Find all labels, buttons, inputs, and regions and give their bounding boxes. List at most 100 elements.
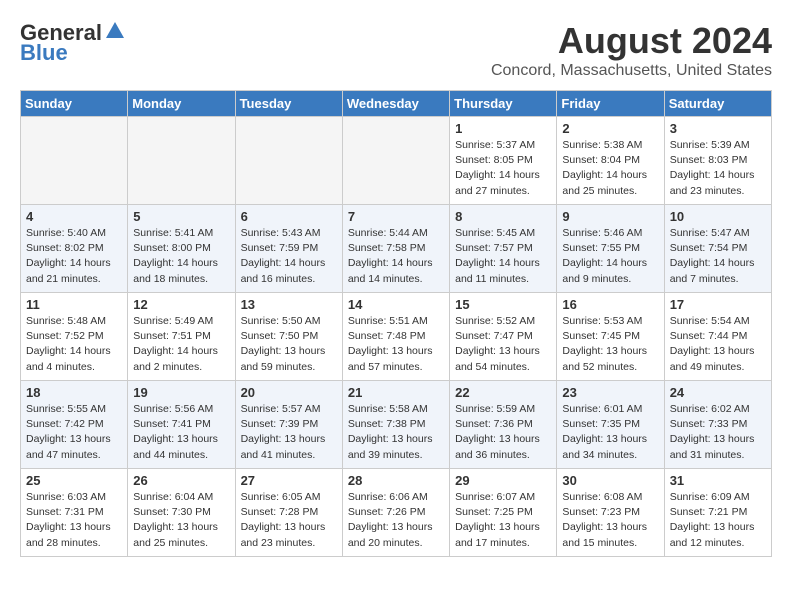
- day-number: 11: [26, 297, 122, 312]
- header-monday: Monday: [128, 91, 235, 117]
- day-info: Sunrise: 5:47 AMSunset: 7:54 PMDaylight:…: [670, 226, 766, 287]
- day-number: 30: [562, 473, 658, 488]
- day-number: 22: [455, 385, 551, 400]
- calendar-cell: 10 Sunrise: 5:47 AMSunset: 7:54 PMDayligh…: [664, 205, 771, 293]
- logo-blue-text: Blue: [20, 40, 68, 66]
- day-info: Sunrise: 5:51 AMSunset: 7:48 PMDaylight:…: [348, 314, 444, 375]
- header-thursday: Thursday: [450, 91, 557, 117]
- day-number: 8: [455, 209, 551, 224]
- day-info: Sunrise: 5:52 AMSunset: 7:47 PMDaylight:…: [455, 314, 551, 375]
- day-number: 21: [348, 385, 444, 400]
- day-info: Sunrise: 5:54 AMSunset: 7:44 PMDaylight:…: [670, 314, 766, 375]
- day-info: Sunrise: 5:49 AMSunset: 7:51 PMDaylight:…: [133, 314, 229, 375]
- calendar-cell: 27 Sunrise: 6:05 AMSunset: 7:28 PMDayligh…: [235, 469, 342, 557]
- day-info: Sunrise: 5:37 AMSunset: 8:05 PMDaylight:…: [455, 138, 551, 199]
- day-info: Sunrise: 6:02 AMSunset: 7:33 PMDaylight:…: [670, 402, 766, 463]
- day-number: 14: [348, 297, 444, 312]
- day-info: Sunrise: 5:40 AMSunset: 8:02 PMDaylight:…: [26, 226, 122, 287]
- month-title: August 2024: [491, 20, 772, 62]
- day-number: 9: [562, 209, 658, 224]
- calendar-cell: 16Sunrise: 5:53 AMSunset: 7:45 PMDayligh…: [557, 293, 664, 381]
- calendar-cell: 8 Sunrise: 5:45 AMSunset: 7:57 PMDaylight…: [450, 205, 557, 293]
- day-number: 23: [562, 385, 658, 400]
- calendar-cell: 4 Sunrise: 5:40 AMSunset: 8:02 PMDaylight…: [21, 205, 128, 293]
- day-number: 20: [241, 385, 337, 400]
- calendar-row-4: 18Sunrise: 5:55 AMSunset: 7:42 PMDayligh…: [21, 381, 772, 469]
- calendar-cell: 7 Sunrise: 5:44 AMSunset: 7:58 PMDaylight…: [342, 205, 449, 293]
- calendar-cell: 26Sunrise: 6:04 AMSunset: 7:30 PMDayligh…: [128, 469, 235, 557]
- header-row: SundayMondayTuesdayWednesdayThursdayFrid…: [21, 91, 772, 117]
- day-info: Sunrise: 6:06 AMSunset: 7:26 PMDaylight:…: [348, 490, 444, 551]
- day-info: Sunrise: 5:58 AMSunset: 7:38 PMDaylight:…: [348, 402, 444, 463]
- calendar-body: 1 Sunrise: 5:37 AMSunset: 8:05 PMDaylight…: [21, 117, 772, 557]
- day-info: Sunrise: 5:59 AMSunset: 7:36 PMDaylight:…: [455, 402, 551, 463]
- calendar-row-5: 25Sunrise: 6:03 AMSunset: 7:31 PMDayligh…: [21, 469, 772, 557]
- calendar-table: SundayMondayTuesdayWednesdayThursdayFrid…: [20, 90, 772, 557]
- day-info: Sunrise: 5:43 AMSunset: 7:59 PMDaylight:…: [241, 226, 337, 287]
- day-info: Sunrise: 5:48 AMSunset: 7:52 PMDaylight:…: [26, 314, 122, 375]
- day-info: Sunrise: 6:09 AMSunset: 7:21 PMDaylight:…: [670, 490, 766, 551]
- header-sunday: Sunday: [21, 91, 128, 117]
- calendar-cell: 23 Sunrise: 6:01 AMSunset: 7:35 PMDayligh…: [557, 381, 664, 469]
- calendar-cell: 3 Sunrise: 5:39 AMSunset: 8:03 PMDaylight…: [664, 117, 771, 205]
- calendar-cell: 30 Sunrise: 6:08 AMSunset: 7:23 PMDayligh…: [557, 469, 664, 557]
- day-info: Sunrise: 5:50 AMSunset: 7:50 PMDaylight:…: [241, 314, 337, 375]
- logo-icon: [104, 20, 126, 42]
- header-wednesday: Wednesday: [342, 91, 449, 117]
- day-number: 27: [241, 473, 337, 488]
- calendar-cell: [235, 117, 342, 205]
- logo: General Blue: [20, 20, 126, 66]
- day-number: 17: [670, 297, 766, 312]
- day-number: 4: [26, 209, 122, 224]
- day-info: Sunrise: 5:46 AMSunset: 7:55 PMDaylight:…: [562, 226, 658, 287]
- day-info: Sunrise: 5:39 AMSunset: 8:03 PMDaylight:…: [670, 138, 766, 199]
- calendar-cell: 29 Sunrise: 6:07 AMSunset: 7:25 PMDayligh…: [450, 469, 557, 557]
- calendar-cell: [342, 117, 449, 205]
- day-number: 1: [455, 121, 551, 136]
- calendar-cell: 17 Sunrise: 5:54 AMSunset: 7:44 PMDayligh…: [664, 293, 771, 381]
- day-number: 25: [26, 473, 122, 488]
- header-friday: Friday: [557, 91, 664, 117]
- calendar-cell: 14 Sunrise: 5:51 AMSunset: 7:48 PMDayligh…: [342, 293, 449, 381]
- calendar-cell: [21, 117, 128, 205]
- header-saturday: Saturday: [664, 91, 771, 117]
- calendar-cell: 28Sunrise: 6:06 AMSunset: 7:26 PMDayligh…: [342, 469, 449, 557]
- day-info: Sunrise: 5:38 AMSunset: 8:04 PMDaylight:…: [562, 138, 658, 199]
- day-info: Sunrise: 6:05 AMSunset: 7:28 PMDaylight:…: [241, 490, 337, 551]
- day-info: Sunrise: 5:44 AMSunset: 7:58 PMDaylight:…: [348, 226, 444, 287]
- calendar-cell: 1 Sunrise: 5:37 AMSunset: 8:05 PMDaylight…: [450, 117, 557, 205]
- day-info: Sunrise: 5:45 AMSunset: 7:57 PMDaylight:…: [455, 226, 551, 287]
- calendar-row-2: 4 Sunrise: 5:40 AMSunset: 8:02 PMDaylight…: [21, 205, 772, 293]
- calendar-cell: 20 Sunrise: 5:57 AMSunset: 7:39 PMDayligh…: [235, 381, 342, 469]
- day-number: 7: [348, 209, 444, 224]
- day-number: 31: [670, 473, 766, 488]
- day-number: 24: [670, 385, 766, 400]
- day-info: Sunrise: 6:08 AMSunset: 7:23 PMDaylight:…: [562, 490, 658, 551]
- calendar-row-3: 11 Sunrise: 5:48 AMSunset: 7:52 PMDayligh…: [21, 293, 772, 381]
- calendar-header: SundayMondayTuesdayWednesdayThursdayFrid…: [21, 91, 772, 117]
- calendar-cell: 24 Sunrise: 6:02 AMSunset: 7:33 PMDayligh…: [664, 381, 771, 469]
- calendar-cell: 31 Sunrise: 6:09 AMSunset: 7:21 PMDayligh…: [664, 469, 771, 557]
- calendar-cell: 13 Sunrise: 5:50 AMSunset: 7:50 PMDayligh…: [235, 293, 342, 381]
- day-number: 10: [670, 209, 766, 224]
- day-number: 19: [133, 385, 229, 400]
- day-number: 12: [133, 297, 229, 312]
- location-title: Concord, Massachusetts, United States: [491, 62, 772, 80]
- day-number: 3: [670, 121, 766, 136]
- day-number: 29: [455, 473, 551, 488]
- day-info: Sunrise: 6:01 AMSunset: 7:35 PMDaylight:…: [562, 402, 658, 463]
- day-number: 15: [455, 297, 551, 312]
- calendar-cell: 22 Sunrise: 5:59 AMSunset: 7:36 PMDayligh…: [450, 381, 557, 469]
- day-info: Sunrise: 6:07 AMSunset: 7:25 PMDaylight:…: [455, 490, 551, 551]
- calendar-cell: 19Sunrise: 5:56 AMSunset: 7:41 PMDayligh…: [128, 381, 235, 469]
- calendar-cell: 5Sunrise: 5:41 AMSunset: 8:00 PMDaylight…: [128, 205, 235, 293]
- day-number: 6: [241, 209, 337, 224]
- calendar-title-area: August 2024 Concord, Massachusetts, Unit…: [491, 20, 772, 80]
- day-number: 13: [241, 297, 337, 312]
- calendar-row-1: 1 Sunrise: 5:37 AMSunset: 8:05 PMDaylight…: [21, 117, 772, 205]
- header-tuesday: Tuesday: [235, 91, 342, 117]
- calendar-cell: 11 Sunrise: 5:48 AMSunset: 7:52 PMDayligh…: [21, 293, 128, 381]
- calendar-cell: 21 Sunrise: 5:58 AMSunset: 7:38 PMDayligh…: [342, 381, 449, 469]
- day-info: Sunrise: 5:57 AMSunset: 7:39 PMDaylight:…: [241, 402, 337, 463]
- calendar-cell: 15 Sunrise: 5:52 AMSunset: 7:47 PMDayligh…: [450, 293, 557, 381]
